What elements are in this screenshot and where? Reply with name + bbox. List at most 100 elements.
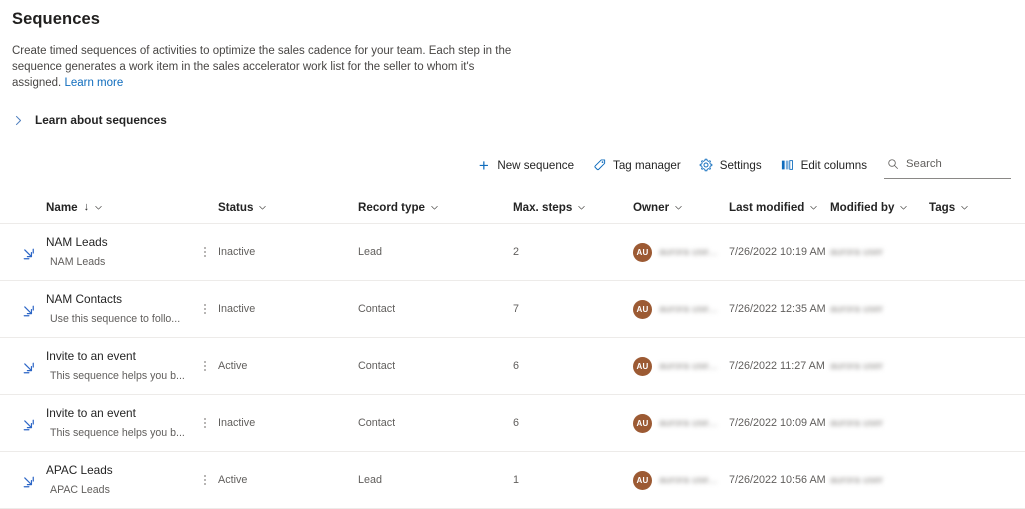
search-icon xyxy=(887,158,899,170)
sequence-subtitle: APAC Leads xyxy=(50,483,110,496)
record-type-value: Contact xyxy=(358,417,396,429)
learn-more-link[interactable]: Learn more xyxy=(64,77,123,89)
cell-name[interactable]: Invite to an event This sequence helps y… xyxy=(0,338,192,394)
column-header-tags-label: Tags xyxy=(929,200,956,214)
table-row[interactable]: APAC Leads APAC Leads Active Lead 1 AU a… xyxy=(0,452,1025,509)
chevron-down-icon xyxy=(674,203,683,212)
search-input[interactable] xyxy=(906,158,1009,170)
last-modified-value: 7/26/2022 10:56 AM xyxy=(729,474,826,486)
cell-max-steps: 2 xyxy=(513,224,633,280)
settings-label: Settings xyxy=(719,158,762,172)
avatar: AU xyxy=(633,299,652,319)
sequence-subtitle: This sequence helps you b... xyxy=(50,369,185,382)
modified-by-value: aurora user xyxy=(830,246,884,258)
avatar: AU xyxy=(633,356,652,376)
record-type-value: Lead xyxy=(358,474,383,486)
sequence-subtitle: NAM Leads xyxy=(50,255,106,268)
cell-owner: AU aurora use... xyxy=(633,224,729,280)
column-header-record-type[interactable]: Record type xyxy=(358,201,513,214)
column-header-max-steps[interactable]: Max. steps xyxy=(513,201,633,214)
cell-modified-by: aurora user xyxy=(830,224,929,280)
tag-manager-button[interactable]: Tag manager xyxy=(583,150,690,180)
modified-by-value: aurora user xyxy=(830,360,884,372)
command-bar: + New sequence Tag manager Settings Edit… xyxy=(0,149,1025,181)
table-row[interactable]: NAM Leads NAM Leads Inactive Lead 2 AU a… xyxy=(0,224,1025,281)
chevron-down-icon xyxy=(809,203,818,212)
avatar: AU xyxy=(633,413,652,433)
more-options-icon[interactable] xyxy=(196,296,214,322)
cell-owner: AU aurora use... xyxy=(633,395,729,451)
column-header-tags[interactable]: Tags xyxy=(929,201,1011,214)
cell-more-options[interactable] xyxy=(192,452,218,508)
sequence-icon xyxy=(23,248,36,261)
column-header-status-label: Status xyxy=(218,200,254,214)
column-header-modified-by[interactable]: Modified by xyxy=(830,201,929,214)
sequence-name: NAM Contacts xyxy=(46,291,123,306)
cell-tags xyxy=(929,338,1011,394)
sequence-name: Invite to an event xyxy=(46,405,136,420)
cell-record-type: Contact xyxy=(358,338,513,394)
learn-about-sequences-expander[interactable]: Learn about sequences xyxy=(12,113,167,127)
edit-columns-button[interactable]: Edit columns xyxy=(771,150,876,180)
sequences-grid: Name ↓ Status Record type Max. steps Own… xyxy=(0,191,1025,509)
more-options-icon[interactable] xyxy=(196,410,214,436)
modified-by-value: aurora user xyxy=(830,474,884,486)
column-header-owner[interactable]: Owner xyxy=(633,201,729,214)
more-options-icon[interactable] xyxy=(196,239,214,265)
column-header-name[interactable]: Name ↓ xyxy=(0,201,192,214)
column-header-modified-by-label: Modified by xyxy=(830,200,895,214)
status-value: Inactive xyxy=(218,246,256,258)
cell-name[interactable]: Invite to an event This sequence helps y… xyxy=(0,395,192,451)
cell-tags xyxy=(929,281,1011,337)
cell-owner: AU aurora use... xyxy=(633,281,729,337)
column-header-record-type-label: Record type xyxy=(358,200,426,214)
more-options-icon[interactable] xyxy=(196,353,214,379)
record-type-value: Contact xyxy=(358,360,396,372)
sequence-icon xyxy=(23,362,36,375)
cell-max-steps: 7 xyxy=(513,281,633,337)
cell-last-modified: 7/26/2022 12:35 AM xyxy=(729,281,830,337)
cell-more-options[interactable] xyxy=(192,338,218,394)
table-row[interactable]: Invite to an event This sequence helps y… xyxy=(0,338,1025,395)
table-row[interactable]: Invite to an event This sequence helps y… xyxy=(0,395,1025,452)
cell-max-steps: 6 xyxy=(513,395,633,451)
record-type-value: Contact xyxy=(358,303,396,315)
cell-name[interactable]: APAC Leads APAC Leads xyxy=(0,452,192,508)
cell-owner: AU aurora use... xyxy=(633,338,729,394)
cell-more-options[interactable] xyxy=(192,224,218,280)
column-header-owner-label: Owner xyxy=(633,200,670,214)
cell-modified-by: aurora user xyxy=(830,395,929,451)
new-sequence-button[interactable]: + New sequence xyxy=(467,150,583,180)
table-row[interactable]: NAM Contacts Use this sequence to follo.… xyxy=(0,281,1025,338)
gear-icon xyxy=(699,158,714,173)
chevron-down-icon xyxy=(94,203,103,212)
column-header-last-modified[interactable]: Last modified xyxy=(729,201,830,214)
last-modified-value: 7/26/2022 12:35 AM xyxy=(729,303,826,315)
tag-icon xyxy=(592,158,607,173)
sequence-name: NAM Leads xyxy=(46,234,108,249)
cell-name[interactable]: NAM Contacts Use this sequence to follo.… xyxy=(0,281,192,337)
column-header-status[interactable]: Status xyxy=(218,201,358,214)
status-value: Inactive xyxy=(218,417,256,429)
column-header-max-steps-label: Max. steps xyxy=(513,200,573,214)
cell-status: Active xyxy=(218,452,358,508)
cell-max-steps: 6 xyxy=(513,338,633,394)
more-options-icon[interactable] xyxy=(196,467,214,493)
chevron-down-icon xyxy=(960,203,969,212)
cell-more-options[interactable] xyxy=(192,281,218,337)
tag-manager-label: Tag manager xyxy=(613,158,681,172)
cell-last-modified: 7/26/2022 10:56 AM xyxy=(729,452,830,508)
page-title: Sequences xyxy=(12,10,101,28)
cell-modified-by: aurora user xyxy=(830,452,929,508)
sort-descending-icon: ↓ xyxy=(83,201,90,213)
max-steps-value: 2 xyxy=(513,246,520,258)
search-box[interactable] xyxy=(884,151,1011,179)
page-description: Create timed sequences of activities to … xyxy=(12,43,512,91)
cell-name[interactable]: NAM Leads NAM Leads xyxy=(0,224,192,280)
edit-columns-label: Edit columns xyxy=(800,158,867,172)
settings-button[interactable]: Settings xyxy=(690,150,771,180)
cell-more-options[interactable] xyxy=(192,395,218,451)
cell-modified-by: aurora user xyxy=(830,338,929,394)
owner-name: aurora use... xyxy=(659,303,718,315)
status-value: Inactive xyxy=(218,303,256,315)
